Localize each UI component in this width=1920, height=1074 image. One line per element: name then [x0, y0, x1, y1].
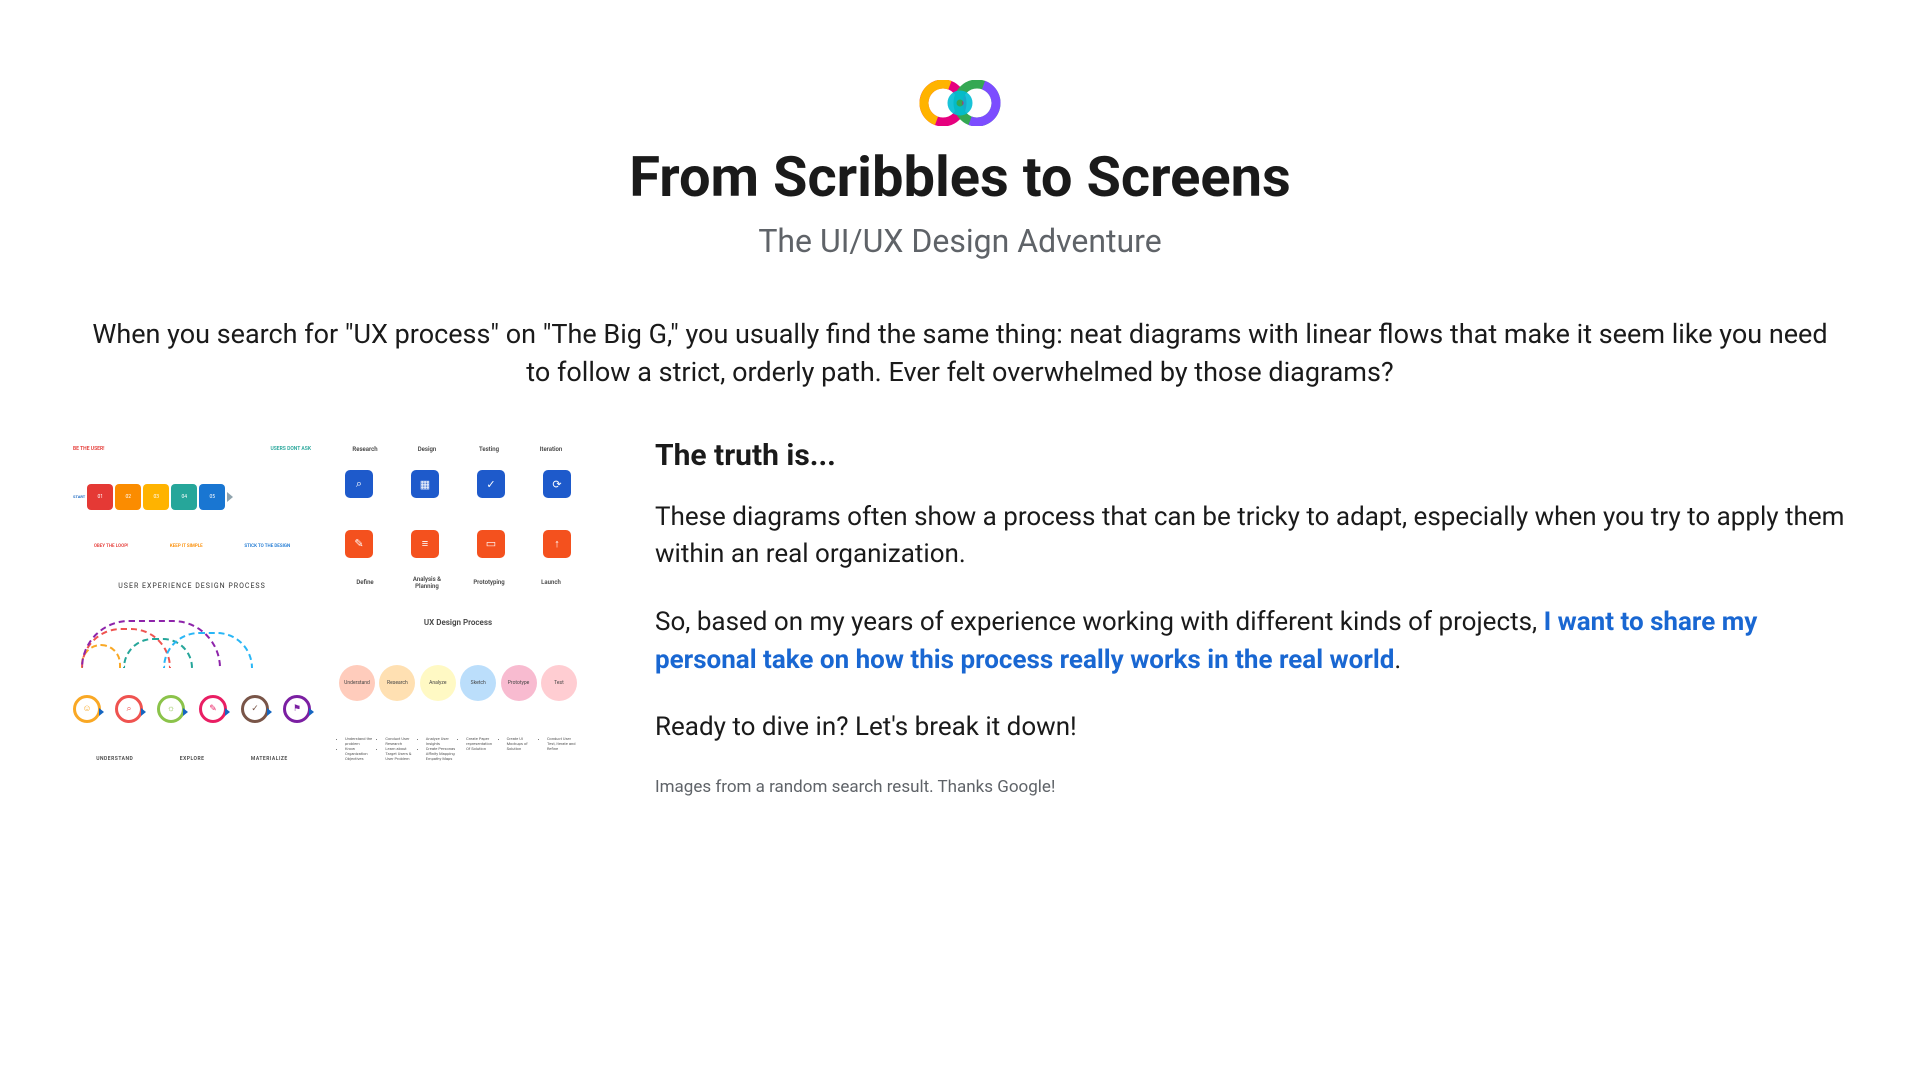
truth-heading: The truth is...: [655, 438, 1855, 473]
p2-pre: So, based on my years of experience work…: [655, 607, 1544, 637]
search-icon: ⌕: [345, 470, 373, 498]
logo: [915, 80, 1005, 126]
testing-icon: ✓: [477, 470, 505, 498]
paragraph-2: So, based on my years of experience work…: [655, 604, 1855, 679]
d4-bullets: Understand the problemKnow Organization …: [339, 736, 577, 762]
d1-caption: USER EXPERIENCE DESIGN PROCESS: [73, 582, 311, 590]
logo-icon: [915, 80, 1005, 126]
paragraph-1: These diagrams often show a process that…: [655, 499, 1855, 574]
diagram-3: ☺ ⌕ ☼ ✎ ✓ ⚑ UNDERSTAND EXPLORE MATERIALI…: [65, 610, 319, 770]
analysis-icon: ≡: [411, 530, 439, 558]
d1-steps: START 01 02 03 04 05: [73, 484, 311, 510]
diagram-2: Research Design Testing Iteration ⌕ ▦ ✓ …: [331, 438, 585, 598]
text-column: The truth is... These diagrams often sho…: [655, 438, 1855, 797]
content-row: BE THE USER! USERS DONT ASK START 01 02 …: [65, 438, 1855, 797]
launch-icon: ↑: [543, 530, 571, 558]
intro-paragraph: When you search for "UX process" on "The…: [80, 316, 1840, 392]
page-subtitle: The UI/UX Design Adventure: [758, 222, 1161, 260]
page-title: From Scribbles to Screens: [629, 144, 1290, 210]
diagram-grid: BE THE USER! USERS DONT ASK START 01 02 …: [65, 438, 585, 770]
slide: From Scribbles to Screens The UI/UX Desi…: [0, 0, 1920, 1074]
image-credit: Images from a random search result. Than…: [655, 777, 1855, 797]
design-icon: ▦: [411, 470, 439, 498]
prototyping-icon: ▭: [477, 530, 505, 558]
d1-top-left: BE THE USER!: [73, 446, 104, 452]
iteration-icon: ⟳: [543, 470, 571, 498]
diagram-4: UX Design Process Understand Research An…: [331, 610, 585, 770]
paragraph-3: Ready to dive in? Let's break it down!: [655, 709, 1855, 747]
p2-post: .: [1394, 645, 1401, 675]
d4-title: UX Design Process: [339, 618, 577, 627]
diagram-1: BE THE USER! USERS DONT ASK START 01 02 …: [65, 438, 319, 598]
d1-top-right: USERS DONT ASK: [270, 446, 311, 452]
define-icon: ✎: [345, 530, 373, 558]
